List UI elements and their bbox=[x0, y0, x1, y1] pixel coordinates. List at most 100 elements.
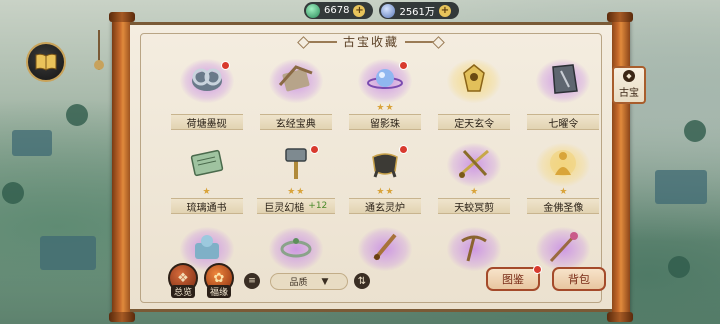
dagger-icon bbox=[365, 231, 405, 267]
star-rating: ★ ★ bbox=[287, 187, 304, 197]
treasure-item[interactable]: ★ ★ 留影珠 bbox=[340, 59, 429, 137]
notification-dot bbox=[533, 265, 542, 274]
treasure-item[interactable]: ★ ★ 巨灵幻槌 +12 bbox=[251, 143, 340, 221]
star-icon: ★ bbox=[470, 187, 479, 197]
treasure-art bbox=[179, 59, 234, 103]
treasure-item[interactable]: 七曜令 bbox=[519, 59, 608, 137]
ring-icon bbox=[276, 231, 316, 267]
star-rating: ★ ★ bbox=[376, 103, 393, 113]
scroll-paper: 古宝收藏 荷塘墨砚 玄经宝典 ★ ★ 留影珠 定天玄令 七曜令 ★ 琉璃通书 ★ ★ 巨灵幻槌 +12 ★… bbox=[130, 22, 612, 312]
star-icon: ★ bbox=[376, 103, 385, 113]
treasure-art bbox=[536, 59, 591, 103]
treasure-item[interactable]: 定天玄令 bbox=[430, 59, 519, 137]
treasure-name: 琉璃通书 bbox=[186, 202, 227, 214]
side-tab-label: 古宝 bbox=[619, 88, 639, 99]
book-button[interactable] bbox=[26, 42, 66, 82]
treasure-name: 天蛟冥剪 bbox=[454, 202, 495, 214]
treasure-name: 巨灵幻槌 bbox=[264, 202, 305, 214]
treasure-name: 玄经宝典 bbox=[275, 118, 316, 130]
star-icon: ★ bbox=[202, 187, 211, 197]
atlas-label: 图鉴 bbox=[502, 273, 524, 286]
star-icon: ★ bbox=[296, 187, 305, 197]
star-icon: ★ bbox=[287, 187, 296, 197]
treasure-name-plate: 巨灵幻槌 +12 bbox=[256, 198, 335, 214]
treasure-item[interactable]: ★ ★ 通玄灵炉 bbox=[340, 143, 429, 221]
treasure-art bbox=[358, 143, 412, 187]
star-icon: ★ bbox=[559, 187, 568, 197]
jade-amount: 6678 bbox=[324, 5, 350, 16]
sort-order-icon[interactable]: ⇅ bbox=[354, 273, 370, 289]
blessing-label: 福缘 bbox=[206, 285, 232, 298]
atlas-button[interactable]: 图鉴 bbox=[486, 265, 542, 291]
sort-value: 品质 bbox=[289, 278, 308, 288]
orb-icon bbox=[365, 63, 405, 99]
jade-book-icon bbox=[187, 147, 227, 183]
token-icon bbox=[454, 63, 494, 99]
treasure-art bbox=[269, 143, 323, 187]
treasure-art bbox=[180, 143, 234, 187]
treasure-item[interactable]: 荷塘墨砚 bbox=[162, 59, 251, 137]
treasure-art bbox=[357, 59, 412, 103]
scroll-tassel bbox=[94, 30, 112, 70]
treasure-grid: 荷塘墨砚 玄经宝典 ★ ★ 留影珠 定天玄令 七曜令 ★ 琉璃通书 ★ ★ 巨灵幻槌 +12 ★ ★ 通玄灵炉… bbox=[162, 59, 608, 273]
world-tree bbox=[668, 256, 690, 278]
bag-button[interactable]: 背包 bbox=[552, 267, 606, 291]
treasure-name-plate: 琉璃通书 bbox=[170, 198, 243, 214]
treasure-name: 通玄灵炉 bbox=[364, 202, 405, 214]
treasure-name: 留影珠 bbox=[369, 118, 400, 130]
world-tree bbox=[2, 182, 24, 204]
star-rating: ★ bbox=[559, 187, 567, 197]
treasure-item[interactable]: ★ 金佛圣像 bbox=[519, 143, 608, 221]
add-jade-icon[interactable]: + bbox=[353, 4, 366, 17]
tablet-icon bbox=[543, 63, 583, 99]
scroll-book-icon bbox=[276, 63, 316, 99]
scroll-rod-right bbox=[607, 12, 633, 322]
staff-icon bbox=[543, 231, 583, 267]
treasure-name-plate: 七曜令 bbox=[527, 114, 600, 130]
star-icon: ★ bbox=[385, 103, 394, 113]
treasure-name-plate: 留影珠 bbox=[348, 114, 421, 130]
world-building bbox=[655, 170, 707, 204]
scroll-rod-left bbox=[109, 12, 135, 322]
treasure-collection-panel: 古宝收藏 荷塘墨砚 玄经宝典 ★ ★ 留影珠 定天玄令 七曜令 ★ 琉璃通书 ★ ★ 巨灵幻槌 +12 ★… bbox=[109, 12, 633, 322]
scissors-icon bbox=[454, 147, 494, 183]
treasure-art bbox=[447, 143, 502, 187]
overview-button[interactable]: ❖ 总览 bbox=[168, 263, 198, 298]
filter-icon[interactable]: ≡ bbox=[244, 273, 260, 289]
treasure-name-plate: 通玄灵炉 bbox=[348, 198, 421, 214]
star-rating: ★ bbox=[470, 187, 478, 197]
overview-label: 总览 bbox=[170, 285, 196, 298]
sort-dropdown[interactable]: 品质 ▼ bbox=[270, 273, 348, 290]
treasure-art bbox=[536, 143, 591, 187]
star-icon: ★ bbox=[385, 187, 394, 197]
treasure-name: 七曜令 bbox=[548, 118, 579, 130]
treasure-name: 金佛圣像 bbox=[543, 202, 584, 214]
treasure-name-plate: 荷塘墨砚 bbox=[170, 114, 243, 130]
treasure-name: 荷塘墨砚 bbox=[186, 118, 227, 130]
tab-ancient-treasure[interactable]: ◆ 古宝 bbox=[612, 66, 646, 104]
title-ornament-right bbox=[405, 40, 440, 43]
panel-title-banner: 古宝收藏 bbox=[302, 33, 440, 50]
star-rating: ★ ★ bbox=[376, 187, 393, 197]
bottom-controls: ❖ 总览 ✿ 福缘 ≡ 品质 ▼ ⇅ 图鉴 背包 bbox=[148, 263, 606, 303]
inkstone-icon bbox=[187, 63, 227, 99]
treasure-item[interactable]: 玄经宝典 bbox=[251, 59, 340, 137]
bag-label: 背包 bbox=[568, 273, 590, 286]
cauldron-icon bbox=[365, 147, 405, 183]
treasure-item[interactable]: ★ 琉璃通书 bbox=[162, 143, 251, 221]
treasure-tab-icon: ◆ bbox=[623, 70, 635, 82]
treasure-name-plate: 定天玄令 bbox=[438, 114, 511, 130]
treasure-name-plate: 玄经宝典 bbox=[259, 114, 332, 130]
buddha-icon bbox=[543, 147, 583, 183]
pickaxe-icon bbox=[454, 231, 494, 267]
treasure-bonus: +12 bbox=[308, 201, 328, 211]
notification-dot bbox=[398, 61, 408, 70]
blessing-button[interactable]: ✿ 福缘 bbox=[204, 263, 234, 298]
hammer-icon bbox=[276, 147, 316, 183]
beast-icon bbox=[187, 231, 227, 267]
add-silver-icon[interactable]: + bbox=[438, 4, 451, 17]
world-building bbox=[40, 236, 96, 270]
treasure-name-plate: 金佛圣像 bbox=[527, 198, 600, 214]
notification-dot bbox=[398, 145, 408, 154]
treasure-item[interactable]: ★ 天蛟冥剪 bbox=[430, 143, 519, 221]
